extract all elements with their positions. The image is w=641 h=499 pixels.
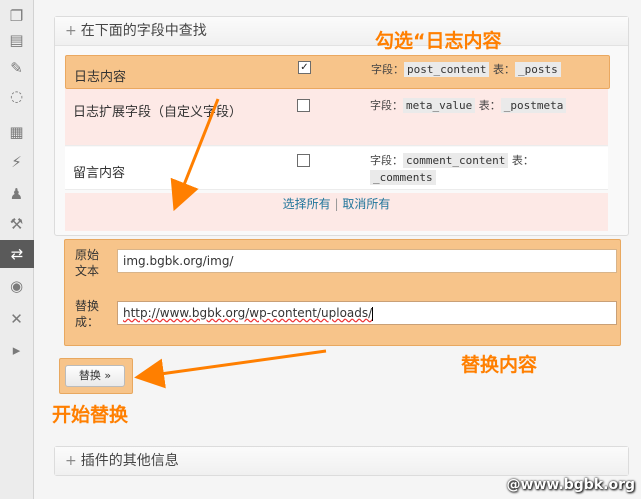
start-annotation: 开始替换 (52, 404, 129, 426)
replace-annotation: 替换内容 (461, 354, 538, 376)
arrow-to-checkbox (170, 98, 220, 212)
watermark: @www.bgbk.org (506, 477, 635, 493)
check-annotation: 勾选“日志内容 (375, 30, 502, 52)
arrow-to-button (134, 349, 327, 389)
